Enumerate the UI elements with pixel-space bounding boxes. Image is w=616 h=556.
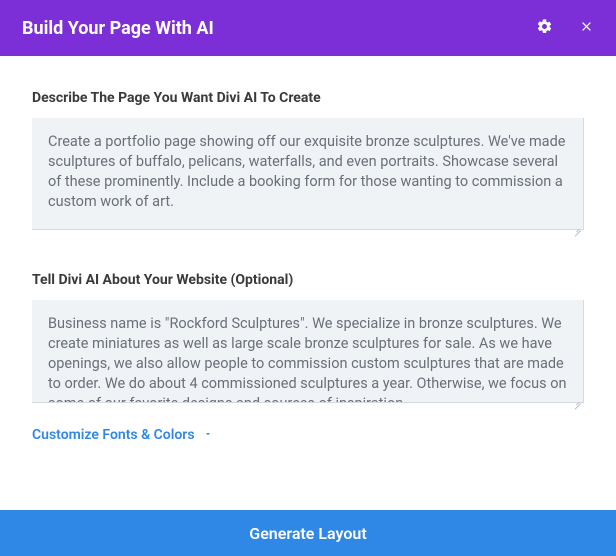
about-textarea-wrap [32,300,584,407]
describe-label: Describe The Page You Want Divi AI To Cr… [32,90,584,106]
content-area: Describe The Page You Want Divi AI To Cr… [0,56,616,453]
about-textarea[interactable] [32,300,584,403]
chevron-down-icon [203,427,213,443]
header-bar: Build Your Page With AI [0,0,616,56]
gear-icon[interactable] [536,18,553,39]
close-icon[interactable] [579,19,594,38]
about-label: Tell Divi AI About Your Website (Optiona… [32,272,584,288]
header-icons [536,18,594,39]
generate-layout-button[interactable]: Generate Layout [0,510,616,556]
customize-label: Customize Fonts & Colors [32,427,195,443]
customize-fonts-colors-link[interactable]: Customize Fonts & Colors [32,427,584,443]
describe-textarea-wrap [32,118,584,234]
describe-textarea[interactable] [32,118,584,230]
page-title: Build Your Page With AI [22,18,214,39]
